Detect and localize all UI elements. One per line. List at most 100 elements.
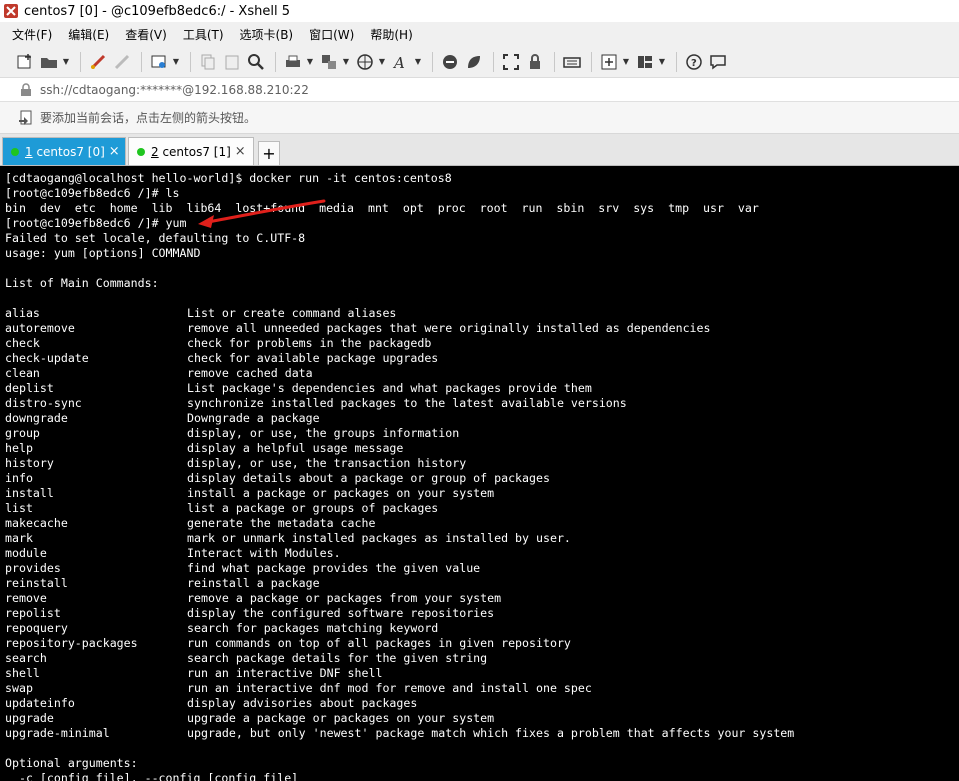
- fullscreen-icon[interactable]: [500, 51, 522, 73]
- menu-bar: 文件(F) 编辑(E) 查看(V) 工具(T) 选项卡(B) 窗口(W) 帮助(…: [0, 22, 959, 46]
- command-name: alias: [5, 306, 40, 320]
- command-description: display, or use, the groups information: [187, 426, 460, 440]
- tab-centos7-1[interactable]: 2 centos7 [1] ×: [128, 137, 254, 165]
- toolbar-separator: [432, 51, 433, 72]
- command-description: list a package or groups of packages: [187, 501, 439, 515]
- terminal-line: [root@c109efb8edc6 /]# yum: [5, 216, 187, 230]
- transfer-icon[interactable]: [318, 51, 340, 73]
- help-icon[interactable]: ?: [683, 51, 705, 73]
- command-row: reinstall reinstall a package: [5, 576, 959, 591]
- globe-dropdown-icon[interactable]: ▼: [378, 51, 386, 73]
- tab-centos7-0[interactable]: 1 centos7 [0] ×: [2, 137, 126, 165]
- svg-text:A: A: [392, 54, 405, 71]
- terminal-line: bin dev etc home lib lib64 lost+found me…: [5, 201, 759, 215]
- disconnect-icon[interactable]: [111, 51, 133, 73]
- close-tab-icon[interactable]: ×: [109, 144, 120, 159]
- command-description: remove a package or packages from your s…: [187, 591, 502, 605]
- toolbar-separator: [141, 51, 142, 72]
- xftp-icon[interactable]: [439, 51, 461, 73]
- transfer-dropdown-icon[interactable]: ▼: [342, 51, 350, 73]
- command-row: history display, or use, the transaction …: [5, 456, 959, 471]
- find-icon[interactable]: [245, 51, 267, 73]
- new-session-icon[interactable]: [14, 51, 36, 73]
- connect-icon[interactable]: [87, 51, 109, 73]
- menu-tabs[interactable]: 选项卡(B): [240, 26, 294, 43]
- command-row: help display a helpful usage message: [5, 441, 959, 456]
- command-name: downgrade: [5, 411, 68, 425]
- terminal-line: Failed to set locale, defaulting to C.UT…: [5, 231, 306, 245]
- address-lock-icon: [21, 82, 31, 96]
- command-description: install a package or packages on your sy…: [187, 486, 495, 500]
- terminal-output[interactable]: [cdtaogang@localhost hello-world]$ docke…: [0, 167, 959, 781]
- command-row: distro-sync synchronize installed package…: [5, 396, 959, 411]
- command-row: search search package details for the giv…: [5, 651, 959, 666]
- command-row: autoremove remove all unneeded packages t…: [5, 321, 959, 336]
- command-description: display the configured software reposito…: [187, 606, 495, 620]
- layout-dropdown-icon[interactable]: ▼: [658, 51, 666, 73]
- paste-icon[interactable]: [221, 51, 243, 73]
- properties-icon[interactable]: [148, 51, 170, 73]
- command-description: upgrade a package or packages on your sy…: [187, 711, 495, 725]
- layout-icon[interactable]: [634, 51, 656, 73]
- annotation-arrow-icon: [198, 199, 326, 228]
- properties-dropdown-icon[interactable]: ▼: [172, 51, 180, 73]
- command-row: alias List or create command aliases: [5, 306, 959, 321]
- command-description: reinstall a package: [187, 576, 320, 590]
- menu-window[interactable]: 窗口(W): [309, 26, 354, 43]
- add-session-arrow-icon[interactable]: [18, 110, 34, 126]
- copy-icon[interactable]: [197, 51, 219, 73]
- command-description: check for available package upgrades: [187, 351, 439, 365]
- command-name: updateinfo: [5, 696, 75, 710]
- command-name: help: [5, 441, 33, 455]
- globe-icon[interactable]: [354, 51, 376, 73]
- menu-file[interactable]: 文件(F): [12, 26, 52, 43]
- command-row: module Interact with Modules.: [5, 546, 959, 561]
- xmanager-icon[interactable]: [463, 51, 485, 73]
- command-description: find what package provides the given val…: [187, 561, 481, 575]
- command-name: clean: [5, 366, 40, 380]
- chat-icon[interactable]: [707, 51, 729, 73]
- command-name: shell: [5, 666, 40, 680]
- print-icon[interactable]: [282, 51, 304, 73]
- title-bar: centos7 [0] - @c109efb8edc6:/ - Xshell 5: [0, 0, 959, 22]
- new-tab-dropdown-icon[interactable]: ▼: [622, 51, 630, 73]
- print-dropdown-icon[interactable]: ▼: [306, 51, 314, 73]
- font-dropdown-icon[interactable]: ▼: [414, 51, 422, 73]
- toolbar-separator: [554, 51, 555, 72]
- open-folder-icon[interactable]: [38, 51, 60, 73]
- tab-label: 1 centos7 [0]: [25, 144, 105, 159]
- menu-tools[interactable]: 工具(T): [183, 26, 224, 43]
- command-row: repoquery search for packages matching ke…: [5, 621, 959, 636]
- command-description: run commands on top of all packages in g…: [187, 636, 571, 650]
- font-icon[interactable]: A: [390, 51, 412, 73]
- toolbar-separator: [275, 51, 276, 72]
- toolbar-separator: [493, 51, 494, 72]
- session-hint-text: 要添加当前会话，点击左侧的箭头按钮。: [40, 111, 257, 125]
- add-tab-button[interactable]: +: [258, 141, 280, 165]
- command-row: provides find what package provides the g…: [5, 561, 959, 576]
- svg-text:?: ?: [691, 58, 697, 69]
- command-name: history: [5, 456, 54, 470]
- command-row: check-update check for available package …: [5, 351, 959, 366]
- menu-edit[interactable]: 编辑(E): [68, 26, 109, 43]
- command-description: check for problems in the packagedb: [187, 336, 432, 350]
- command-name: repolist: [5, 606, 61, 620]
- lock-icon[interactable]: [524, 51, 546, 73]
- toolbar: ▼ ▼ ▼ ▼ ▼ A ▼ ▼ ▼ ?: [0, 46, 959, 78]
- command-name: check: [5, 336, 40, 350]
- address-field[interactable]: ssh://cdtaogang:*******@192.168.88.210:2…: [40, 83, 309, 97]
- keyboard-icon[interactable]: [561, 51, 583, 73]
- session-connected-icon: [11, 147, 19, 156]
- menu-view[interactable]: 查看(V): [125, 26, 167, 43]
- terminal-line: [root@c109efb8edc6 /]# ls: [5, 186, 180, 200]
- close-tab-icon[interactable]: ×: [235, 144, 246, 159]
- command-row: makecache generate the metadata cache: [5, 516, 959, 531]
- command-name: upgrade-minimal: [5, 726, 110, 740]
- command-name: upgrade: [5, 711, 54, 725]
- command-description: display, or use, the transaction history: [187, 456, 467, 470]
- command-description: run an interactive DNF shell: [187, 666, 383, 680]
- new-tab-icon[interactable]: [598, 51, 620, 73]
- menu-help[interactable]: 帮助(H): [370, 26, 412, 43]
- open-dropdown-icon[interactable]: ▼: [62, 51, 70, 73]
